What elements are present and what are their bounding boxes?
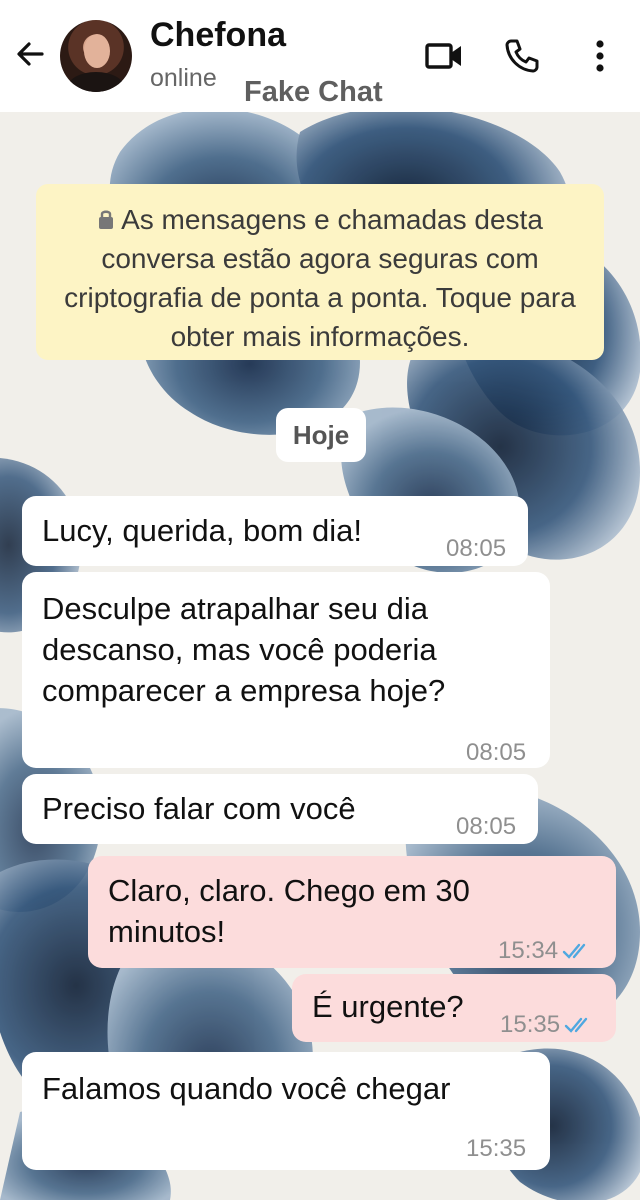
message-bubble-incoming[interactable]: Lucy, querida, bom dia! 08:05 bbox=[22, 496, 528, 566]
avatar-shoulders bbox=[68, 72, 124, 92]
phone-call-icon[interactable] bbox=[502, 36, 542, 76]
message-time: 15:35 bbox=[466, 1135, 527, 1162]
day-separator: Hoje bbox=[276, 408, 366, 462]
message-line: Falamos quando você chegar bbox=[42, 1071, 451, 1106]
video-call-icon[interactable] bbox=[424, 36, 464, 76]
message-text: Claro, claro. Chego em 30 minutos! bbox=[108, 870, 470, 952]
message-line: comparecer a empresa hoje? bbox=[42, 673, 446, 708]
message-text: Lucy, querida, bom dia! bbox=[42, 510, 362, 551]
message-time-row: 15:35 bbox=[500, 1004, 594, 1045]
message-time: 08:05 bbox=[446, 535, 507, 562]
message-time: 15:34 bbox=[498, 937, 559, 964]
read-receipt-icon bbox=[562, 943, 586, 959]
more-options-icon[interactable] bbox=[582, 36, 618, 76]
avatar[interactable] bbox=[60, 20, 132, 92]
lock-icon bbox=[99, 210, 114, 229]
message-line: descanso, mas você poderia bbox=[42, 632, 437, 667]
message-time: 15:35 bbox=[500, 1011, 561, 1038]
message-bubble-incoming[interactable]: Falamos quando você chegar 15:35 bbox=[22, 1052, 550, 1170]
encryption-notice[interactable]: As mensagens e chamadas desta conversa e… bbox=[36, 184, 604, 360]
encryption-notice-text: As mensagens e chamadas desta conversa e… bbox=[64, 204, 576, 352]
message-time: 08:05 bbox=[466, 739, 527, 766]
message-line: Desculpe atrapalhar seu dia bbox=[42, 591, 429, 626]
message-line: Lucy, querida, bom dia! bbox=[42, 513, 362, 548]
avatar-face bbox=[84, 34, 110, 68]
message-bubble-outgoing[interactable]: Claro, claro. Chego em 30 minutos! 15:34 bbox=[88, 856, 616, 968]
message-line: minutos! bbox=[108, 914, 226, 949]
contact-status: online bbox=[150, 64, 217, 92]
message-bubble-incoming[interactable]: Preciso falar com você 08:05 bbox=[22, 774, 538, 844]
message-bubble-outgoing[interactable]: É urgente? 15:35 bbox=[292, 974, 616, 1042]
message-time-row: 15:34 bbox=[498, 930, 592, 971]
read-receipt-icon bbox=[564, 1017, 588, 1033]
message-text: É urgente? bbox=[312, 986, 464, 1027]
message-time: 08:05 bbox=[456, 813, 517, 840]
app-watermark: Fake Chat bbox=[244, 76, 383, 108]
chat-header: Chefona online Fake Chat bbox=[0, 0, 640, 112]
message-line: Preciso falar com você bbox=[42, 791, 356, 826]
message-text: Preciso falar com você bbox=[42, 788, 356, 829]
message-text: Falamos quando você chegar bbox=[42, 1068, 450, 1109]
message-bubble-incoming[interactable]: Desculpe atrapalhar seu dia descanso, ma… bbox=[22, 572, 550, 768]
back-arrow-icon[interactable] bbox=[12, 36, 48, 72]
message-line: É urgente? bbox=[312, 989, 464, 1024]
contact-name[interactable]: Chefona bbox=[150, 16, 286, 55]
message-text: Desculpe atrapalhar seu dia descanso, ma… bbox=[42, 588, 445, 711]
message-line: Claro, claro. Chego em 30 bbox=[108, 873, 470, 908]
